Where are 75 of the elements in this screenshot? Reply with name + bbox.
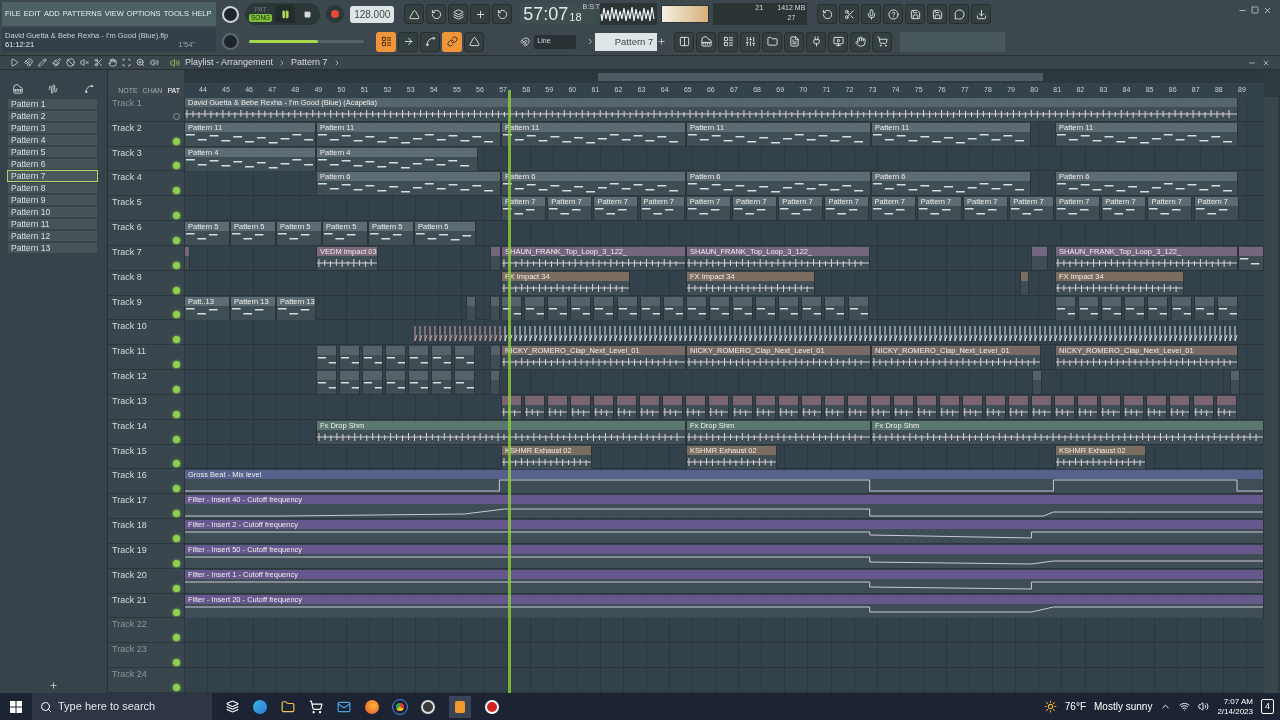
track-name: Track 7 xyxy=(112,246,143,258)
track-name: Track 4 xyxy=(112,172,143,184)
track-name: Track 9 xyxy=(112,296,143,308)
track-name: Track 11 xyxy=(112,346,147,358)
pattern-item[interactable]: Pattern 11 xyxy=(8,219,97,229)
track-name: Track 8 xyxy=(112,271,143,283)
track-header[interactable]: Track 23 xyxy=(108,643,184,668)
track-name: Track 22 xyxy=(112,619,148,631)
track-name: Track 18 xyxy=(112,520,148,532)
track-header[interactable]: Track 18 xyxy=(108,519,184,543)
track-header[interactable]: Track 3 xyxy=(108,146,184,171)
track-header[interactable]: Track 5 xyxy=(108,196,184,221)
track-header[interactable]: Track 13 xyxy=(108,394,184,419)
pattern-item[interactable]: Pattern 7 xyxy=(8,171,97,181)
pattern-item[interactable]: Pattern 2 xyxy=(8,111,97,121)
track-name: Track 6 xyxy=(112,222,143,234)
pattern-item[interactable]: Pattern 10 xyxy=(8,207,97,217)
track-name: Track 3 xyxy=(112,147,143,159)
track-name: Track 21 xyxy=(112,594,148,606)
time-ticks: 18 xyxy=(569,10,582,25)
clock-time: 7:07 AM xyxy=(1223,696,1253,707)
track-name: Track 14 xyxy=(112,420,148,432)
notification-badge[interactable]: 4 xyxy=(1261,698,1274,715)
track-name: Track 23 xyxy=(112,644,148,656)
track-header[interactable]: Track 7 xyxy=(108,245,184,270)
track-name: Track 5 xyxy=(112,197,143,209)
pattern-item[interactable]: Pattern 5 xyxy=(8,147,97,157)
track-header[interactable]: Track 15 xyxy=(108,444,184,469)
pattern-item[interactable]: Pattern 8 xyxy=(8,183,97,193)
track-header[interactable]: Track 1 xyxy=(108,97,184,121)
weather-condition: Mostly sunny xyxy=(1094,700,1153,714)
track-header[interactable]: Track 19 xyxy=(108,543,184,568)
pattern-item[interactable]: Pattern 12 xyxy=(8,231,97,241)
pattern-item[interactable]: Pattern 1 xyxy=(8,99,97,109)
track-header[interactable]: Track 20 xyxy=(108,568,184,593)
track-header[interactable]: Track 12 xyxy=(108,370,184,394)
track-name: Track 19 xyxy=(112,544,148,556)
track-header[interactable]: Track 24 xyxy=(108,668,184,692)
track-header[interactable]: Track 10 xyxy=(108,320,184,345)
search-field[interactable]: Type here to search xyxy=(32,693,212,720)
pattern-name: Pattern 7 xyxy=(595,32,658,51)
tempo-field[interactable]: 128.000 xyxy=(350,5,395,23)
track-name: Track 2 xyxy=(112,122,143,134)
track-name: Track 24 xyxy=(112,669,148,681)
track-name: Track 13 xyxy=(112,395,148,407)
pattern-item[interactable]: Pattern 9 xyxy=(8,195,97,205)
playlist-title: Playlist - Arrangement xyxy=(185,55,274,69)
track-header[interactable]: Track 16 xyxy=(108,469,184,494)
pattern-item[interactable]: Pattern 4 xyxy=(8,135,97,145)
track-header[interactable]: Track 21 xyxy=(108,593,184,618)
track-header[interactable]: Track 11 xyxy=(108,345,184,370)
pattern-item[interactable]: Pattern 6 xyxy=(8,159,97,169)
track-header[interactable]: Track 2 xyxy=(108,121,184,146)
track-header[interactable]: Track 8 xyxy=(108,270,184,295)
track-header[interactable]: Track 17 xyxy=(108,494,184,519)
clock-date: 2/14/2023 xyxy=(1217,706,1253,717)
track-header[interactable]: Track 6 xyxy=(108,221,184,245)
track-header[interactable]: Track 22 xyxy=(108,618,184,643)
pattern-item[interactable]: Pattern 13 xyxy=(8,243,97,253)
track-name: Track 17 xyxy=(112,495,148,507)
track-name: Track 15 xyxy=(112,445,148,457)
pattern-selector[interactable]: Pattern 7 xyxy=(586,32,667,51)
search-input[interactable]: Type here to search xyxy=(58,698,188,715)
pattern-item[interactable]: Pattern 3 xyxy=(8,123,97,133)
track-name: Track 10 xyxy=(112,321,148,333)
time-value: 57:07 xyxy=(523,4,569,25)
track-name: Track 20 xyxy=(112,569,148,581)
track-header[interactable]: Track 9 xyxy=(108,295,184,320)
temperature: 76°F xyxy=(1064,700,1087,714)
track-header[interactable]: Track 14 xyxy=(108,419,184,444)
track-header[interactable]: Track 4 xyxy=(108,171,184,196)
playlist-pattern: Pattern 7 xyxy=(291,55,328,69)
track-name: Track 1 xyxy=(112,98,143,109)
track-name: Track 12 xyxy=(112,371,148,383)
track-name: Track 16 xyxy=(112,470,148,482)
